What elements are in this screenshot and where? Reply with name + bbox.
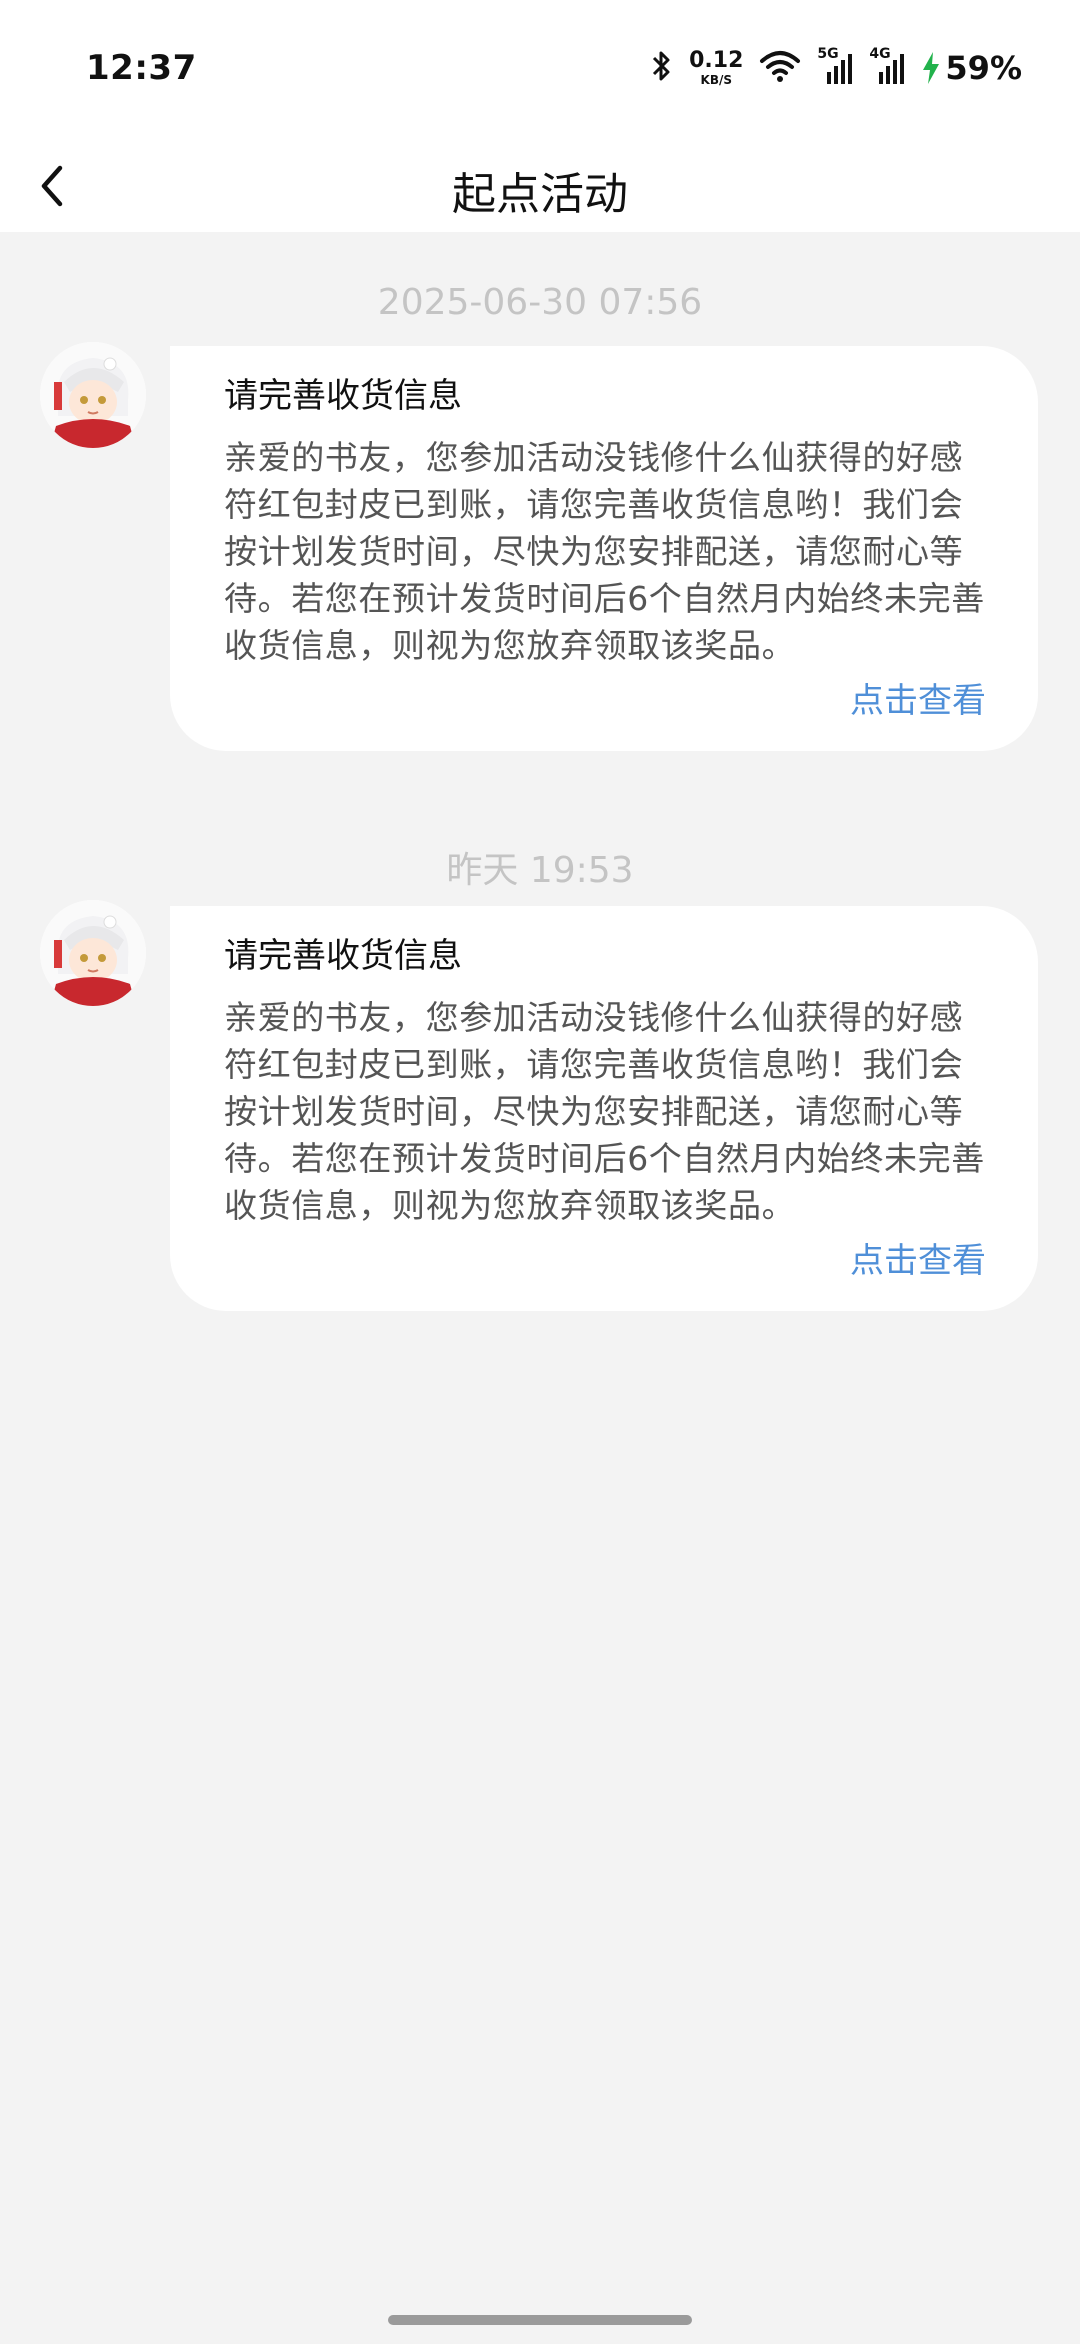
message-body: 亲爱的书友，您参加活动没钱修什么仙获得的好感符红包封皮已到账，请您完善收货信息哟… xyxy=(224,438,985,665)
battery: 59% xyxy=(921,49,1022,87)
message-body: 亲爱的书友，您参加活动没钱修什么仙获得的好感符红包封皮已到账，请您完善收货信息哟… xyxy=(224,998,985,1225)
status-time: 12:37 xyxy=(86,48,197,88)
signal-icon xyxy=(827,54,853,84)
view-details-link[interactable]: 点击查看 xyxy=(224,679,986,723)
wifi-icon xyxy=(759,49,801,87)
message-bubble[interactable]: 请完善收货信息 亲爱的书友，您参加活动没钱修什么仙获得的好感符红包封皮已到账，请… xyxy=(170,906,1038,1311)
network-speed-value: 0.12 xyxy=(689,48,744,73)
avatar[interactable] xyxy=(40,342,146,448)
top-area: 12:37 0.12 KB/S 5G 4G 59% 起点活动 xyxy=(0,0,1080,232)
avatar-image xyxy=(40,342,146,448)
avatar-image xyxy=(40,900,146,1006)
status-bar: 12:37 0.12 KB/S 5G 4G 59% xyxy=(0,0,1080,140)
signal-icon xyxy=(879,54,905,84)
nav-header: 起点活动 xyxy=(0,140,1080,232)
message-timestamp: 昨天 19:53 xyxy=(446,850,634,891)
network-speed: 0.12 KB/S xyxy=(689,48,744,87)
message-bubble[interactable]: 请完善收货信息 亲爱的书友，您参加活动没钱修什么仙获得的好感符红包封皮已到账，请… xyxy=(170,346,1038,751)
battery-percent: 59% xyxy=(945,49,1022,87)
message-title: 请完善收货信息 xyxy=(224,936,462,976)
view-details-link[interactable]: 点击查看 xyxy=(224,1239,986,1283)
message-title: 请完善收货信息 xyxy=(224,376,462,416)
message-timestamp: 2025-06-30 07:56 xyxy=(377,282,703,323)
page-title: 起点活动 xyxy=(452,169,628,220)
avatar[interactable] xyxy=(40,900,146,1006)
bluetooth-icon xyxy=(651,48,673,88)
signal-5g: 5G xyxy=(817,46,853,86)
network-speed-unit: KB/S xyxy=(700,73,732,87)
status-icons: 0.12 KB/S 5G 4G 59% xyxy=(651,46,1022,90)
signal-4g: 4G xyxy=(869,46,905,86)
charging-icon xyxy=(923,52,940,84)
home-indicator[interactable] xyxy=(388,2315,692,2325)
